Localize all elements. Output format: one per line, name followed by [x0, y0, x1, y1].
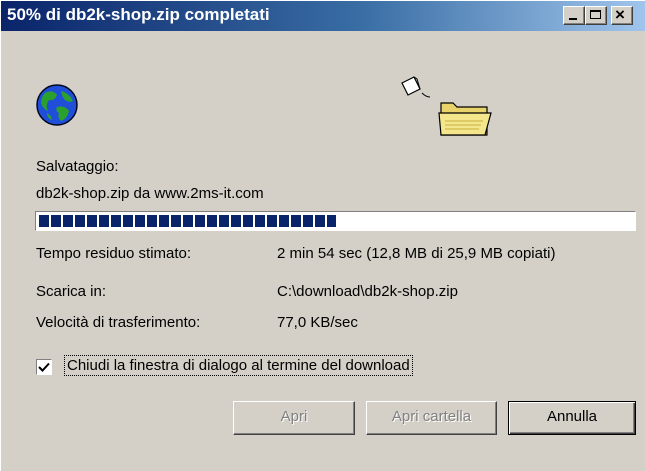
- close-on-complete-checkbox[interactable]: [36, 359, 52, 375]
- download-dialog: 50% di db2k-shop.zip completati × Salvat…: [0, 0, 645, 471]
- globe-icon: [36, 84, 78, 126]
- transfer-rate-value: 77,0 KB/sec: [277, 314, 358, 331]
- minimize-icon: [569, 18, 577, 20]
- open-button[interactable]: Apri: [233, 401, 355, 435]
- time-remaining-value: 2 min 54 sec (12,8 MB di 25,9 MB copiati…: [277, 245, 556, 262]
- minimize-button[interactable]: [563, 6, 585, 25]
- close-on-complete-label[interactable]: Chiudi la finestra di dialogo al termine…: [64, 355, 413, 376]
- folder-icon: [438, 102, 492, 136]
- close-button[interactable]: ×: [611, 6, 633, 25]
- open-folder-button[interactable]: Apri cartella: [366, 401, 497, 435]
- maximize-button[interactable]: [585, 6, 607, 25]
- checkmark-icon: [38, 362, 50, 372]
- status-label: Salvataggio:: [36, 158, 119, 175]
- maximize-icon: [590, 10, 601, 19]
- download-source: db2k-shop.zip da www.2ms-it.com: [36, 185, 264, 202]
- document-icon: [401, 76, 431, 98]
- download-to-value: C:\download\db2k-shop.zip: [277, 283, 458, 300]
- window-title: 50% di db2k-shop.zip completati: [7, 5, 270, 24]
- download-to-label: Scarica in:: [36, 283, 107, 300]
- progress-bar: [35, 211, 636, 231]
- title-bar[interactable]: 50% di db2k-shop.zip completati ×: [1, 1, 645, 31]
- transfer-rate-label: Velocità di trasferimento:: [36, 314, 201, 331]
- progress-fill: [39, 215, 336, 227]
- close-icon: ×: [615, 5, 625, 24]
- cancel-button[interactable]: Annulla: [508, 401, 636, 435]
- time-remaining-label: Tempo residuo stimato:: [36, 245, 192, 262]
